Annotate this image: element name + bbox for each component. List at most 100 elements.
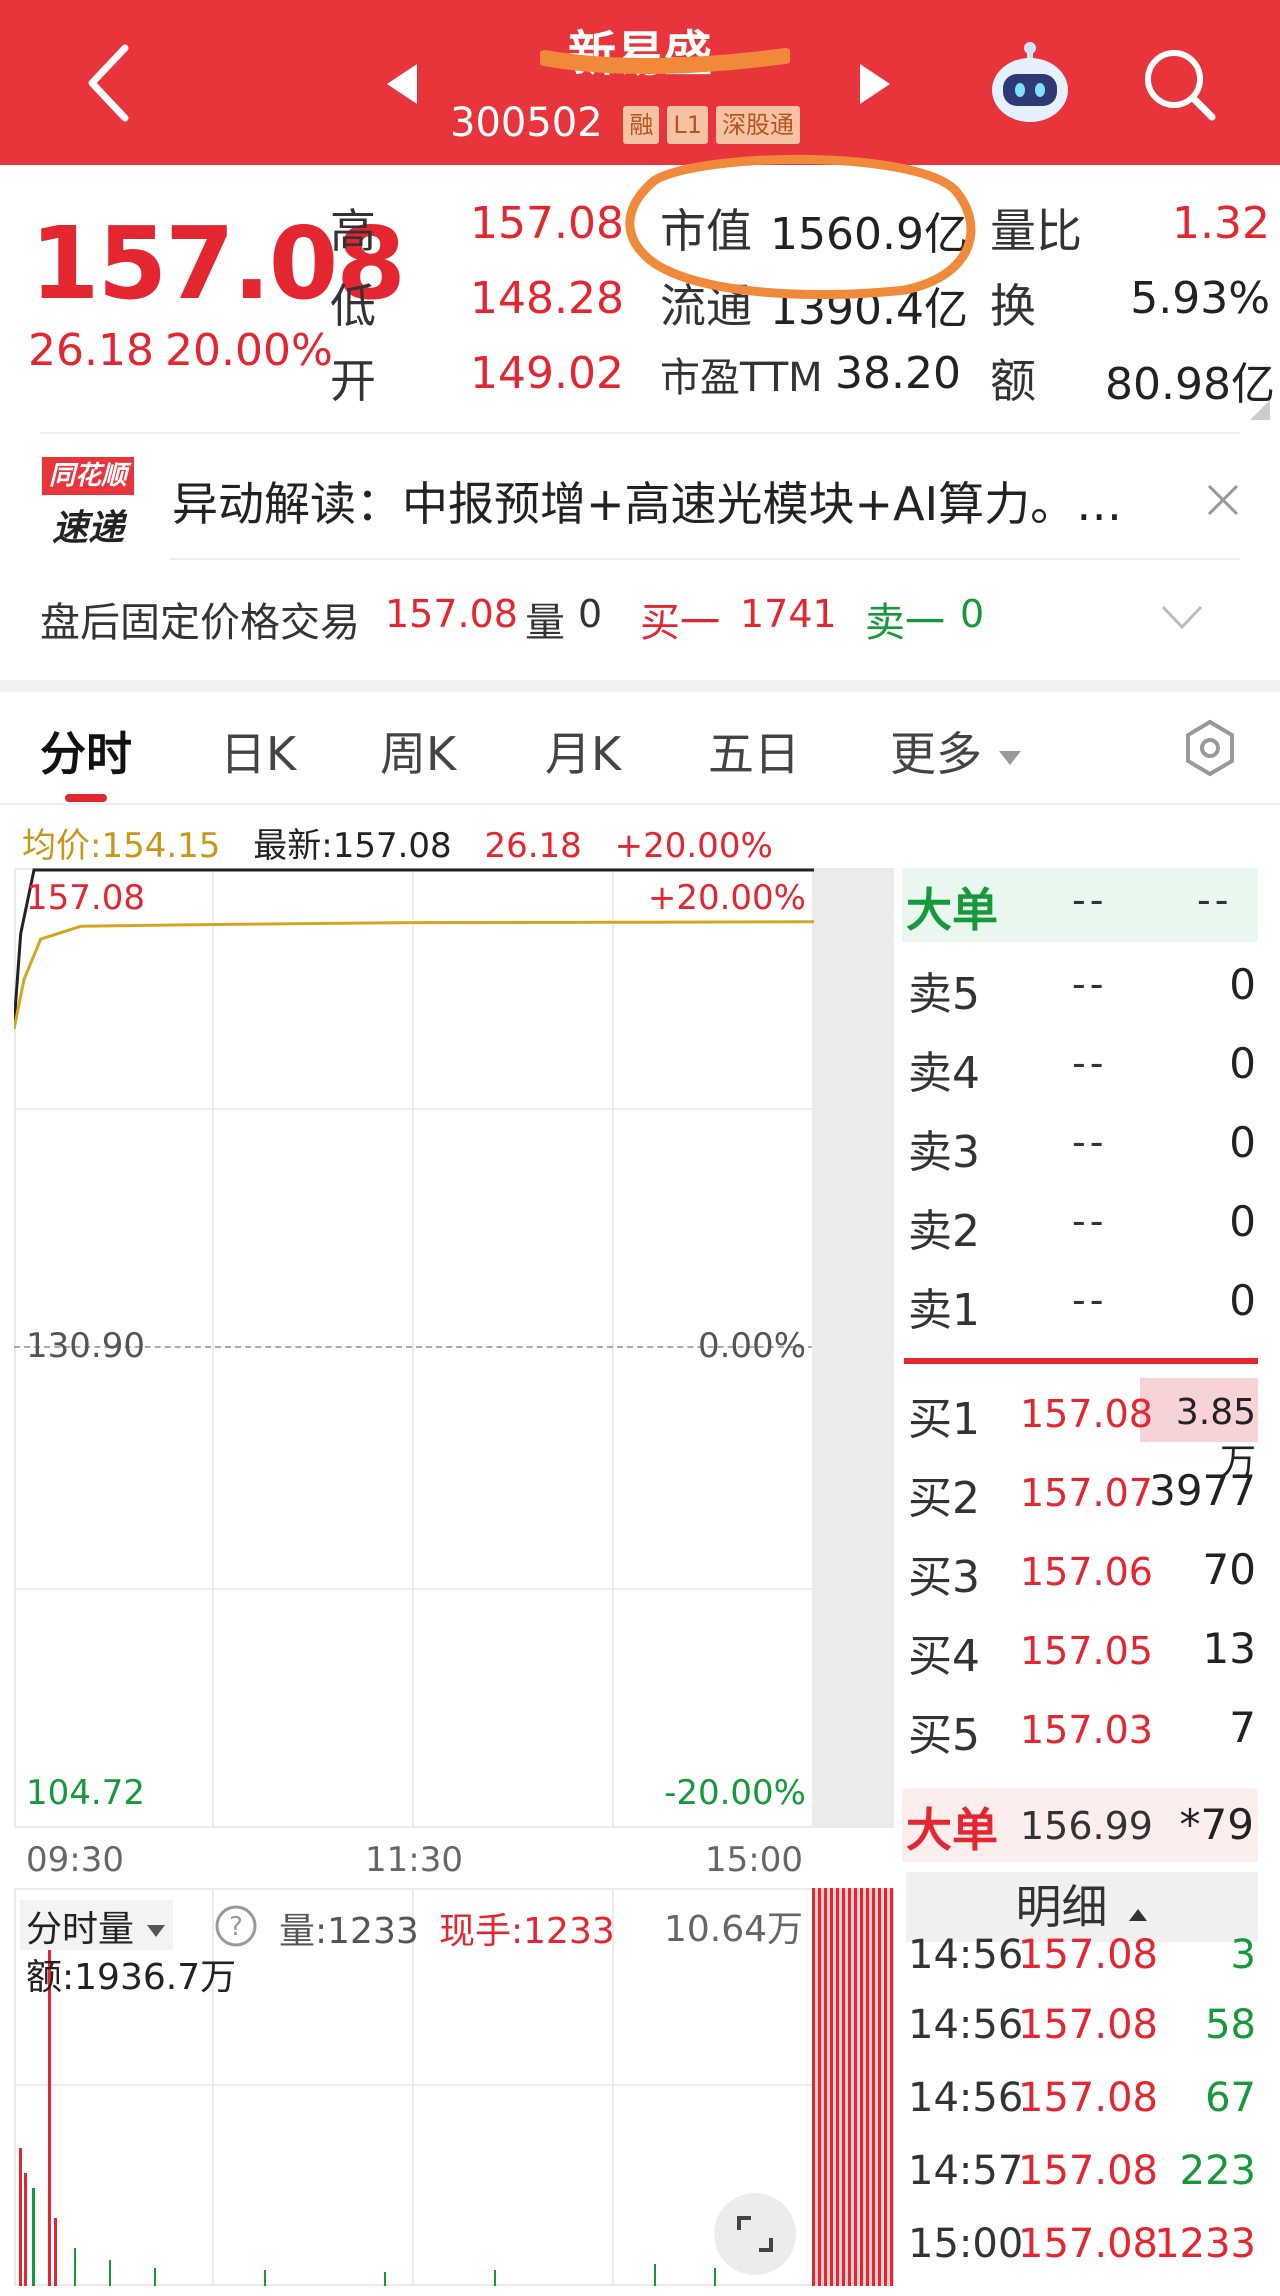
big-order-b: -- bbox=[1197, 878, 1233, 922]
tick-time: 14:56 bbox=[908, 2002, 1024, 2048]
buy5-price: 157.03 bbox=[1020, 1708, 1153, 1752]
flag-margin: 融 bbox=[623, 106, 660, 144]
afterhours-volume-bars bbox=[812, 1888, 894, 2286]
section-gap bbox=[0, 680, 1280, 692]
tick-time: 14:56 bbox=[908, 1932, 1024, 1978]
flag-connect: 深股通 bbox=[716, 106, 801, 144]
volume-hand: 现手:1233 bbox=[439, 1911, 615, 1952]
tab-daily-k[interactable]: 日K bbox=[220, 718, 296, 784]
sell1-price: -- bbox=[1072, 1278, 1108, 1322]
tab-five-day[interactable]: 五日 bbox=[708, 718, 800, 784]
tab-monthly-k[interactable]: 月K bbox=[545, 718, 621, 784]
next-stock-icon[interactable] bbox=[858, 62, 892, 106]
volume-bar bbox=[54, 2218, 57, 2286]
close-icon[interactable] bbox=[1205, 482, 1241, 518]
afterhours-title: 盘后固定价格交易 bbox=[40, 600, 360, 646]
search-icon[interactable] bbox=[1140, 45, 1220, 125]
pe-label: 市盈TTM bbox=[660, 355, 823, 401]
tick-qty: 67 bbox=[1205, 2075, 1256, 2121]
fullscreen-icon bbox=[737, 2216, 773, 2252]
tick-price: 157.08 bbox=[1018, 2002, 1158, 2048]
tick-row: 14:56 157.08 58 bbox=[908, 2002, 1258, 2062]
tick-price: 157.08 bbox=[1018, 1932, 1158, 1978]
active-tab-indicator bbox=[65, 794, 107, 802]
buy2-label: 买2 bbox=[908, 1473, 980, 1524]
tick-row: 15:00 157.08 1233 bbox=[908, 2221, 1258, 2281]
news-text[interactable]: 异动解读：中报预增+高速光模块+AI算力。… bbox=[172, 468, 1132, 534]
afterhours-band bbox=[812, 868, 894, 1828]
afterhours-vol: 0 bbox=[578, 592, 603, 636]
volume-bar bbox=[74, 2248, 76, 2286]
stock-code: 300502 bbox=[450, 100, 603, 146]
open-label: 开 bbox=[330, 354, 376, 408]
pe-value: 38.20 bbox=[835, 348, 961, 399]
chart-change-pct: +20.00% bbox=[614, 826, 773, 866]
tick-qty: 223 bbox=[1179, 2148, 1256, 2194]
tab-more-label: 更多 bbox=[890, 727, 982, 781]
header-bar: 新易盛 300502 融 L1 深股通 bbox=[0, 0, 1280, 165]
tick-price: 157.08 bbox=[1018, 2075, 1158, 2121]
buy5-label: 买5 bbox=[908, 1710, 980, 1761]
sell2-label: 卖2 bbox=[908, 1206, 980, 1257]
low-value: 148.28 bbox=[470, 273, 624, 324]
dropdown-icon bbox=[147, 1925, 166, 1937]
sell3-price: -- bbox=[1072, 1120, 1108, 1164]
prev-stock-icon[interactable] bbox=[385, 62, 419, 106]
buy3-price: 157.06 bbox=[1020, 1550, 1153, 1594]
sell5-qty: 0 bbox=[1229, 960, 1256, 1009]
tab-more[interactable]: 更多 bbox=[890, 718, 1023, 784]
price-chart[interactable]: 157.08 +20.00% 130.90 0.00% 104.72 -20.0… bbox=[14, 868, 894, 1828]
tick-time: 14:57 bbox=[908, 2148, 1024, 2194]
volume-amount: 量:1233 bbox=[279, 1911, 419, 1952]
fullscreen-button[interactable] bbox=[714, 2193, 796, 2275]
settings-hexagon-icon[interactable] bbox=[1180, 718, 1240, 778]
expand-corner-icon[interactable] bbox=[1250, 400, 1270, 420]
volume-bar bbox=[154, 2268, 156, 2286]
big-order-row[interactable]: 大单 156.99 *79 bbox=[902, 1788, 1258, 1862]
chart-change: 26.18 bbox=[484, 826, 582, 866]
tick-row: 14:56 157.08 67 bbox=[908, 2075, 1258, 2135]
divider bbox=[0, 803, 1280, 805]
tab-weekly-k[interactable]: 周K bbox=[380, 718, 456, 784]
amount-label: 额 bbox=[990, 354, 1036, 408]
afterhours-row[interactable]: 盘后固定价格交易 157.08 量 0 买一 1741 卖一 0 bbox=[0, 585, 1280, 655]
afterhours-price: 157.08 bbox=[385, 592, 518, 636]
x-tick-end: 15:00 bbox=[705, 1840, 803, 1880]
flag-level1: L1 bbox=[667, 106, 709, 144]
big-order-header[interactable]: 大单 -- -- bbox=[902, 868, 1258, 942]
price-change-pct: 20.00% bbox=[165, 325, 333, 376]
tick-qty: 1233 bbox=[1154, 2221, 1256, 2267]
turnover-value: 5.93% bbox=[1130, 273, 1270, 324]
volume-selector[interactable]: 分时量 bbox=[20, 1900, 174, 1950]
back-icon[interactable] bbox=[80, 38, 140, 128]
big-order-qty-2: *79 bbox=[1179, 1800, 1254, 1849]
afterhours-sell-label: 卖一 bbox=[865, 600, 945, 646]
buy2-qty: 3977 bbox=[1149, 1466, 1256, 1515]
volume-chart[interactable]: 分时量 ? 量:1233 现手:1233 10.64万 额:1936.7万 bbox=[14, 1888, 894, 2288]
afterhours-vol-label: 量 bbox=[525, 600, 565, 646]
tick-price: 157.08 bbox=[1018, 2148, 1158, 2194]
orange-circle-annotation bbox=[625, 154, 976, 300]
buy3-qty: 70 bbox=[1202, 1545, 1256, 1594]
big-order-label: 大单 bbox=[906, 883, 998, 937]
robot-assistant-icon[interactable] bbox=[985, 38, 1075, 128]
open-value: 149.02 bbox=[470, 348, 624, 399]
dropdown-icon bbox=[998, 750, 1021, 765]
buy3-label: 买3 bbox=[908, 1552, 980, 1603]
high-label: 高 bbox=[330, 204, 376, 258]
afterhours-buy: 1741 bbox=[740, 592, 837, 636]
volume-selector-label: 分时量 bbox=[26, 1909, 135, 1950]
buy2-price: 157.07 bbox=[1020, 1471, 1153, 1515]
sell4-label: 卖4 bbox=[908, 1048, 980, 1099]
news-banner[interactable]: 同花顺 速递 异动解读：中报预增+高速光模块+AI算力。… bbox=[0, 440, 1280, 560]
ths-logo: 同花顺 速递 bbox=[38, 455, 138, 550]
help-icon[interactable]: ? bbox=[214, 1904, 258, 1948]
volume-bar bbox=[24, 2173, 27, 2286]
tab-intraday[interactable]: 分时 bbox=[40, 718, 132, 784]
volume-bar bbox=[654, 2264, 656, 2286]
buy1-price: 157.08 bbox=[1020, 1392, 1153, 1436]
chevron-down-icon[interactable] bbox=[1160, 603, 1204, 631]
sell1-qty: 0 bbox=[1229, 1276, 1256, 1325]
price-change: 26.18 bbox=[28, 325, 154, 376]
volume-bar bbox=[264, 2270, 266, 2286]
